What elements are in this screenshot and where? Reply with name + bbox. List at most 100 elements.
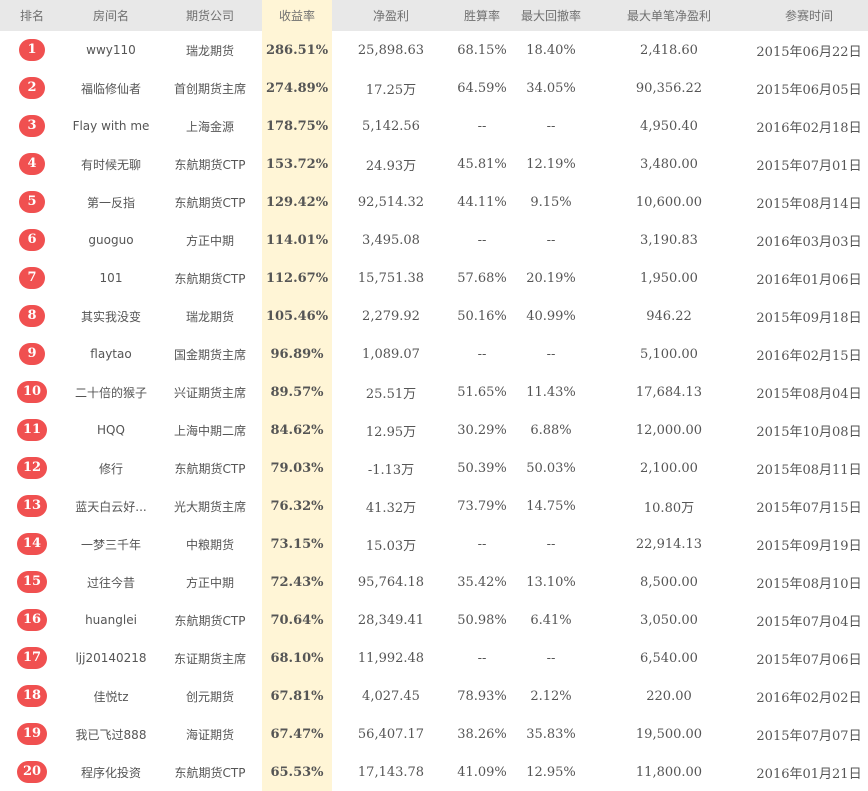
win-rate-cell: -- bbox=[477, 232, 487, 248]
max-single-profit-cell: 5,100.00 bbox=[640, 346, 698, 362]
max-drawdown-cell: 2.12% bbox=[530, 688, 572, 704]
max-drawdown-cell: 9.15% bbox=[530, 194, 572, 210]
company-cell: 中粮期货 bbox=[185, 537, 234, 552]
net-profit-cell: 15.03万 bbox=[365, 538, 417, 554]
rank-badge: 12 bbox=[17, 457, 47, 479]
max-drawdown-cell: 40.99% bbox=[526, 308, 576, 324]
max-single-profit-cell: 11,800.00 bbox=[635, 764, 703, 780]
net-profit-cell: 41.32万 bbox=[365, 500, 417, 516]
max-single-profit-cell: 3,480.00 bbox=[640, 156, 698, 172]
company-cell: 瑞龙期货 bbox=[185, 43, 234, 58]
rank-badge: 8 bbox=[19, 305, 45, 327]
company-cell: 海证期货 bbox=[185, 727, 234, 742]
net-profit-cell: 24.93万 bbox=[365, 158, 417, 174]
win-rate-cell: 45.81% bbox=[457, 156, 507, 172]
header-win-rate: 胜算率 bbox=[463, 9, 500, 23]
max-single-profit-cell: 22,914.13 bbox=[635, 536, 703, 552]
room-name-cell: 其实我没变 bbox=[80, 309, 141, 324]
rank-badge: 4 bbox=[19, 153, 45, 175]
table-row: 8 其实我没变 瑞龙期货 105.46% 2,279.92 50.16% 40.99% 946… bbox=[0, 297, 868, 335]
company-cell: 东航期货CTP bbox=[174, 765, 246, 780]
table-header: 排名 房间名 期货公司 收益率 净盈利 胜算率 最大回撤率 最大单笔净盈利 参赛… bbox=[0, 0, 868, 31]
max-drawdown-cell: -- bbox=[546, 232, 556, 248]
room-name-cell: 有时候无聊 bbox=[80, 157, 141, 172]
max-single-profit-cell: 6,540.00 bbox=[640, 650, 698, 666]
max-drawdown-cell: 12.95% bbox=[526, 764, 576, 780]
ranking-table: 排名 房间名 期货公司 收益率 净盈利 胜算率 最大回撤率 最大单笔净盈利 参赛… bbox=[0, 0, 868, 791]
rank-badge: 15 bbox=[17, 571, 47, 593]
company-cell: 上海中期二席 bbox=[173, 423, 246, 438]
rank-badge: 14 bbox=[17, 533, 47, 555]
max-drawdown-cell: -- bbox=[546, 346, 556, 362]
room-name-cell: 二十倍的猴子 bbox=[74, 385, 147, 400]
company-cell: 首创期货主席 bbox=[173, 81, 246, 96]
join-date-cell: 2015年07月01日 bbox=[756, 158, 862, 174]
rate-cell: 153.72% bbox=[262, 145, 332, 183]
room-name-cell: 过往今昔 bbox=[86, 575, 135, 590]
rank-cell: 9 bbox=[0, 335, 64, 373]
rank-badge: 18 bbox=[17, 685, 47, 707]
max-single-profit-cell: 90,356.22 bbox=[635, 80, 703, 96]
table-row: 15 过往今昔 方正中期 72.43% 95,764.18 35.42% 13.10% 8,5… bbox=[0, 563, 868, 601]
table-body: 1 wwy110 瑞龙期货 286.51% 25,898.63 68.15% 18.40% 2… bbox=[0, 31, 868, 791]
room-name-cell: 修行 bbox=[98, 461, 123, 476]
company-cell: 东证期货主席 bbox=[173, 651, 246, 666]
room-name-cell: 蓝天白云好... bbox=[75, 499, 147, 514]
table-row: 2 福临修仙者 首创期货主席 274.89% 17.25万 64.59% 34.05% 90,… bbox=[0, 69, 868, 107]
rate-cell: 70.64% bbox=[262, 601, 332, 639]
win-rate-cell: 50.39% bbox=[457, 460, 507, 476]
win-rate-cell: -- bbox=[477, 346, 487, 362]
join-date-cell: 2016年03月03日 bbox=[756, 234, 862, 250]
join-date-cell: 2015年06月22日 bbox=[756, 44, 862, 60]
win-rate-cell: 38.26% bbox=[457, 726, 507, 742]
rank-cell: 18 bbox=[0, 677, 64, 715]
rank-badge: 3 bbox=[19, 115, 45, 137]
max-drawdown-cell: -- bbox=[546, 118, 556, 134]
company-cell: 东航期货CTP bbox=[174, 195, 246, 210]
win-rate-cell: 51.65% bbox=[457, 384, 507, 400]
table-row: 19 我已飞过888 海证期货 67.47% 56,407.17 38.26% 35.83%… bbox=[0, 715, 868, 753]
join-date-cell: 2015年08月11日 bbox=[756, 462, 862, 478]
rank-cell: 13 bbox=[0, 487, 64, 525]
room-name-cell: 我已飞过888 bbox=[75, 727, 147, 742]
rate-cell: 89.57% bbox=[262, 373, 332, 411]
header-company: 期货公司 bbox=[185, 9, 234, 23]
net-profit-cell: 3,495.08 bbox=[362, 232, 420, 248]
max-drawdown-cell: 20.19% bbox=[526, 270, 576, 286]
rank-cell: 15 bbox=[0, 563, 64, 601]
rank-badge: 19 bbox=[17, 723, 47, 745]
rank-cell: 6 bbox=[0, 221, 64, 259]
net-profit-cell: 2,279.92 bbox=[362, 308, 420, 324]
room-name-cell: flaytao bbox=[90, 347, 132, 361]
win-rate-cell: 50.16% bbox=[457, 308, 507, 324]
company-cell: 东航期货CTP bbox=[174, 613, 246, 628]
rank-badge: 10 bbox=[17, 381, 47, 403]
max-drawdown-cell: 14.75% bbox=[526, 498, 576, 514]
table-row: 10 二十倍的猴子 兴证期货主席 89.57% 25.51万 51.65% 11.43% 17… bbox=[0, 373, 868, 411]
rank-badge: 5 bbox=[19, 191, 45, 213]
rank-badge: 17 bbox=[17, 647, 47, 669]
rate-cell: 114.01% bbox=[262, 221, 332, 259]
company-cell: 方正中期 bbox=[185, 575, 234, 590]
table-row: 20 程序化投资 东航期货CTP 65.53% 17,143.78 41.09% 12.95… bbox=[0, 753, 868, 791]
max-single-profit-cell: 19,500.00 bbox=[635, 726, 703, 742]
rank-cell: 4 bbox=[0, 145, 64, 183]
rate-cell: 274.89% bbox=[262, 69, 332, 107]
win-rate-cell: 78.93% bbox=[457, 688, 507, 704]
room-name-cell: 第一反指 bbox=[86, 195, 135, 210]
net-profit-cell: -1.13万 bbox=[367, 462, 415, 478]
win-rate-cell: -- bbox=[477, 536, 487, 552]
win-rate-cell: -- bbox=[477, 650, 487, 666]
rank-cell: 7 bbox=[0, 259, 64, 297]
rate-cell: 286.51% bbox=[262, 31, 332, 69]
max-drawdown-cell: 13.10% bbox=[526, 574, 576, 590]
join-date-cell: 2015年09月18日 bbox=[756, 310, 862, 326]
max-single-profit-cell: 946.22 bbox=[646, 308, 692, 324]
rank-cell: 10 bbox=[0, 373, 64, 411]
rank-badge: 20 bbox=[17, 761, 47, 783]
max-single-profit-cell: 12,000.00 bbox=[635, 422, 703, 438]
company-cell: 兴证期货主席 bbox=[173, 385, 246, 400]
rate-cell: 72.43% bbox=[262, 563, 332, 601]
company-cell: 创元期货 bbox=[185, 689, 234, 704]
max-drawdown-cell: 11.43% bbox=[526, 384, 576, 400]
